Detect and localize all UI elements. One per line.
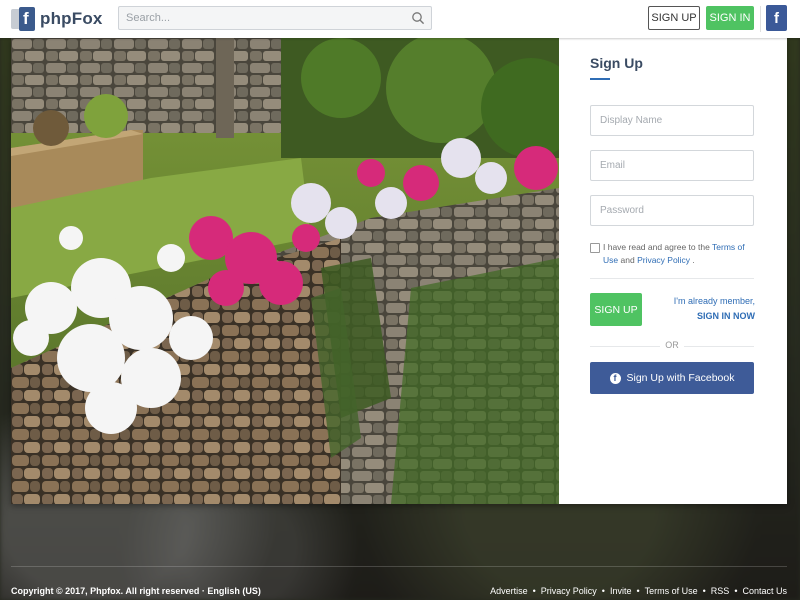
email-field	[590, 150, 754, 181]
header-signin-button[interactable]: SIGN IN	[706, 6, 754, 30]
signup-panel: Sign Up I have read and agree to the Ter…	[559, 38, 787, 504]
footer-link-invite[interactable]: Invite	[610, 586, 632, 596]
terms-suffix: .	[692, 255, 695, 265]
signup-submit-button[interactable]: SIGN UP	[590, 293, 642, 326]
search-icon[interactable]	[411, 11, 425, 25]
brand-name: phpFox	[40, 9, 103, 28]
hero-image	[11, 38, 559, 504]
terms-checkbox[interactable]	[590, 243, 600, 253]
or-separator: OR	[590, 340, 754, 352]
footer-link-privacy-policy[interactable]: Privacy Policy	[541, 586, 597, 596]
top-navbar: f phpFox SIGN UP SIGN IN f	[0, 0, 800, 38]
already-member: I'm already member, SIGN IN NOW	[674, 294, 755, 324]
display-name-input[interactable]	[591, 106, 750, 135]
phpfox-logo-icon: f	[11, 7, 37, 31]
facebook-icon: f	[609, 372, 621, 384]
title-underline	[590, 78, 610, 80]
divider	[590, 278, 754, 279]
email-input[interactable]	[591, 151, 750, 180]
terms-agreement: I have read and agree to the Terms of Us…	[590, 241, 760, 267]
search-input[interactable]	[119, 7, 406, 29]
or-label: OR	[665, 340, 679, 350]
terms-and: and	[620, 255, 635, 265]
signup-title: Sign Up	[590, 55, 643, 71]
copyright-text: Copyright © 2017, Phpfox. All right rese…	[11, 586, 261, 596]
footer-links: Advertise • Privacy Policy • Invite • Te…	[490, 586, 787, 596]
footer-link-terms-of-use[interactable]: Terms of Use	[645, 586, 698, 596]
facebook-login-button[interactable]: f	[766, 5, 787, 31]
signup-facebook-label: Sign Up with Facebook	[626, 372, 735, 384]
header-signup-button[interactable]: SIGN UP	[648, 6, 700, 30]
logo[interactable]: f phpFox	[11, 6, 103, 32]
garden-photo	[11, 38, 559, 504]
search-box	[118, 6, 432, 30]
facebook-icon: f	[774, 9, 779, 27]
password-field	[590, 195, 754, 226]
already-member-text: I'm already member,	[673, 296, 755, 306]
footer-link-rss[interactable]: RSS	[711, 586, 730, 596]
signup-facebook-button[interactable]: f Sign Up with Facebook	[590, 362, 754, 394]
password-input[interactable]	[591, 196, 750, 225]
display-name-field	[590, 105, 754, 136]
signup-card: Sign Up I have read and agree to the Ter…	[11, 38, 787, 504]
footer-link-contact-us[interactable]: Contact Us	[742, 586, 787, 596]
footer-link-advertise[interactable]: Advertise	[490, 586, 528, 596]
sign-in-now-link[interactable]: SIGN IN NOW	[674, 309, 755, 324]
nav-divider	[760, 6, 761, 32]
terms-prefix: I have read and agree to the	[603, 242, 710, 252]
privacy-policy-link[interactable]: Privacy Policy	[637, 255, 690, 265]
footer-divider	[11, 566, 787, 567]
